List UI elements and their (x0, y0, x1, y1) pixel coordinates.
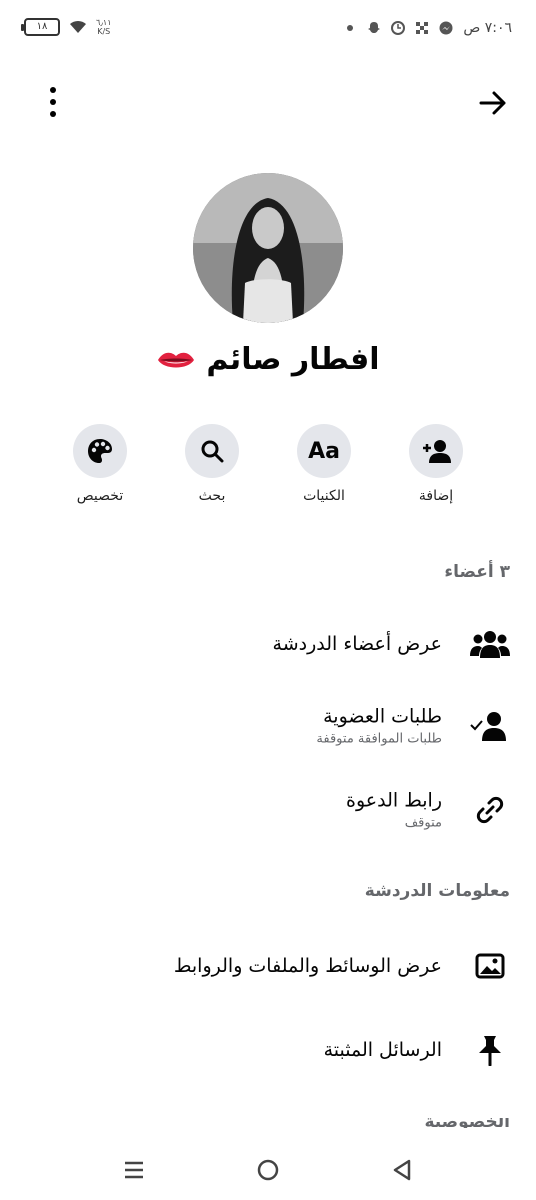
home-circle-icon (257, 1159, 279, 1181)
status-right: ٧:٠٦ ص (343, 20, 512, 36)
search-label: بحث (198, 488, 226, 504)
grid-app-icon (415, 21, 429, 35)
messenger-icon (439, 21, 453, 35)
more-options-button[interactable] (38, 84, 68, 120)
view-members-row[interactable]: عرض أعضاء الدردشة (0, 614, 536, 674)
members-section-title: ٣ أعضاء (444, 562, 510, 582)
pinned-messages-text: الرسائل المثبتة (324, 1039, 442, 1061)
privacy-section-title: الخصوصية (390, 1118, 510, 1128)
privacy-section-title-text: الخصوصية (424, 1118, 510, 1128)
system-nav-bar (0, 1140, 536, 1200)
customize-button-circle[interactable] (73, 424, 127, 478)
invite-link-row[interactable]: رابط الدعوة متوقف (0, 780, 536, 840)
view-media-row[interactable]: عرض الوسائط والملفات والروابط (0, 936, 536, 996)
membership-requests-label: طلبات العضوية (323, 705, 442, 728)
search-button-circle[interactable] (185, 424, 239, 478)
view-media-text: عرض الوسائط والملفات والروابط (174, 955, 442, 977)
back-button[interactable] (476, 86, 510, 120)
profile-name: افطار صائم (206, 342, 380, 377)
arrow-right-icon (479, 91, 506, 115)
network-speed: ٦٫١١ K/S (96, 18, 112, 36)
link-icon (468, 788, 512, 832)
search-button[interactable]: بحث (162, 424, 262, 504)
status-time: ٧:٠٦ ص (463, 20, 512, 36)
add-button-circle[interactable] (409, 424, 463, 478)
battery-level: ١٨ (36, 21, 48, 32)
invite-link-text: رابط الدعوة متوقف (346, 790, 442, 831)
chat-info-section-title: معلومات الدردشة (364, 881, 510, 901)
pinned-messages-label: الرسائل المثبتة (323, 1039, 442, 1061)
pinned-messages-row[interactable]: الرسائل المثبتة (0, 1020, 536, 1080)
nicknames-label: الكنيات (303, 488, 345, 504)
lips-icon (158, 352, 195, 367)
status-bar: ١٨ ٦٫١١ K/S ٧:٠٦ ص (0, 0, 536, 60)
membership-requests-row[interactable]: طلبات العضوية طلبات الموافقة متوقفة (0, 696, 536, 756)
top-nav (0, 80, 536, 124)
nicknames-button-circle[interactable]: Aa (297, 424, 351, 478)
pin-icon (468, 1028, 512, 1072)
group-icon (468, 622, 512, 666)
invite-link-sublabel: متوقف (404, 815, 442, 831)
battery-icon: ١٨ (21, 18, 60, 36)
add-person-icon (423, 440, 451, 463)
recent-apps-icon (125, 1161, 143, 1179)
nicknames-button[interactable]: Aa الكنيات (274, 424, 374, 504)
network-speed-unit: K/S (97, 27, 111, 36)
more-vertical-icon (50, 87, 56, 93)
search-icon (201, 440, 224, 463)
invite-link-label: رابط الدعوة (346, 789, 442, 812)
add-label: إضافة (418, 488, 454, 504)
membership-requests-sublabel: طلبات الموافقة متوقفة (316, 731, 442, 747)
person-check-icon (468, 704, 512, 748)
customize-button[interactable]: تخصيص (50, 424, 150, 504)
profile-name-row: افطار صائم (0, 342, 536, 377)
back-triangle-icon (393, 1159, 411, 1181)
action-buttons: إضافة Aa الكنيات بحث تخصيص (0, 424, 536, 514)
snapchat-icon (367, 21, 381, 35)
avatar[interactable] (193, 173, 343, 323)
view-members-text: عرض أعضاء الدردشة (273, 633, 442, 655)
dot-icon (343, 21, 357, 35)
status-left: ١٨ ٦٫١١ K/S (21, 18, 112, 36)
system-back-button[interactable] (384, 1152, 420, 1188)
wifi-icon (70, 20, 86, 33)
view-media-label: عرض الوسائط والملفات والروابط (173, 955, 442, 977)
clock-app-icon (391, 21, 406, 35)
add-button[interactable]: إضافة (386, 424, 486, 504)
avatar-image (193, 173, 343, 323)
network-speed-value: ٦٫١١ (96, 18, 112, 27)
palette-icon (88, 439, 112, 463)
view-members-label: عرض أعضاء الدردشة (272, 633, 442, 655)
customize-label: تخصيص (76, 488, 124, 504)
home-button[interactable] (250, 1152, 286, 1188)
membership-requests-text: طلبات العضوية طلبات الموافقة متوقفة (316, 706, 442, 747)
recent-apps-button[interactable] (116, 1152, 152, 1188)
image-icon (468, 944, 512, 988)
nicknames-icon: Aa (308, 438, 340, 464)
